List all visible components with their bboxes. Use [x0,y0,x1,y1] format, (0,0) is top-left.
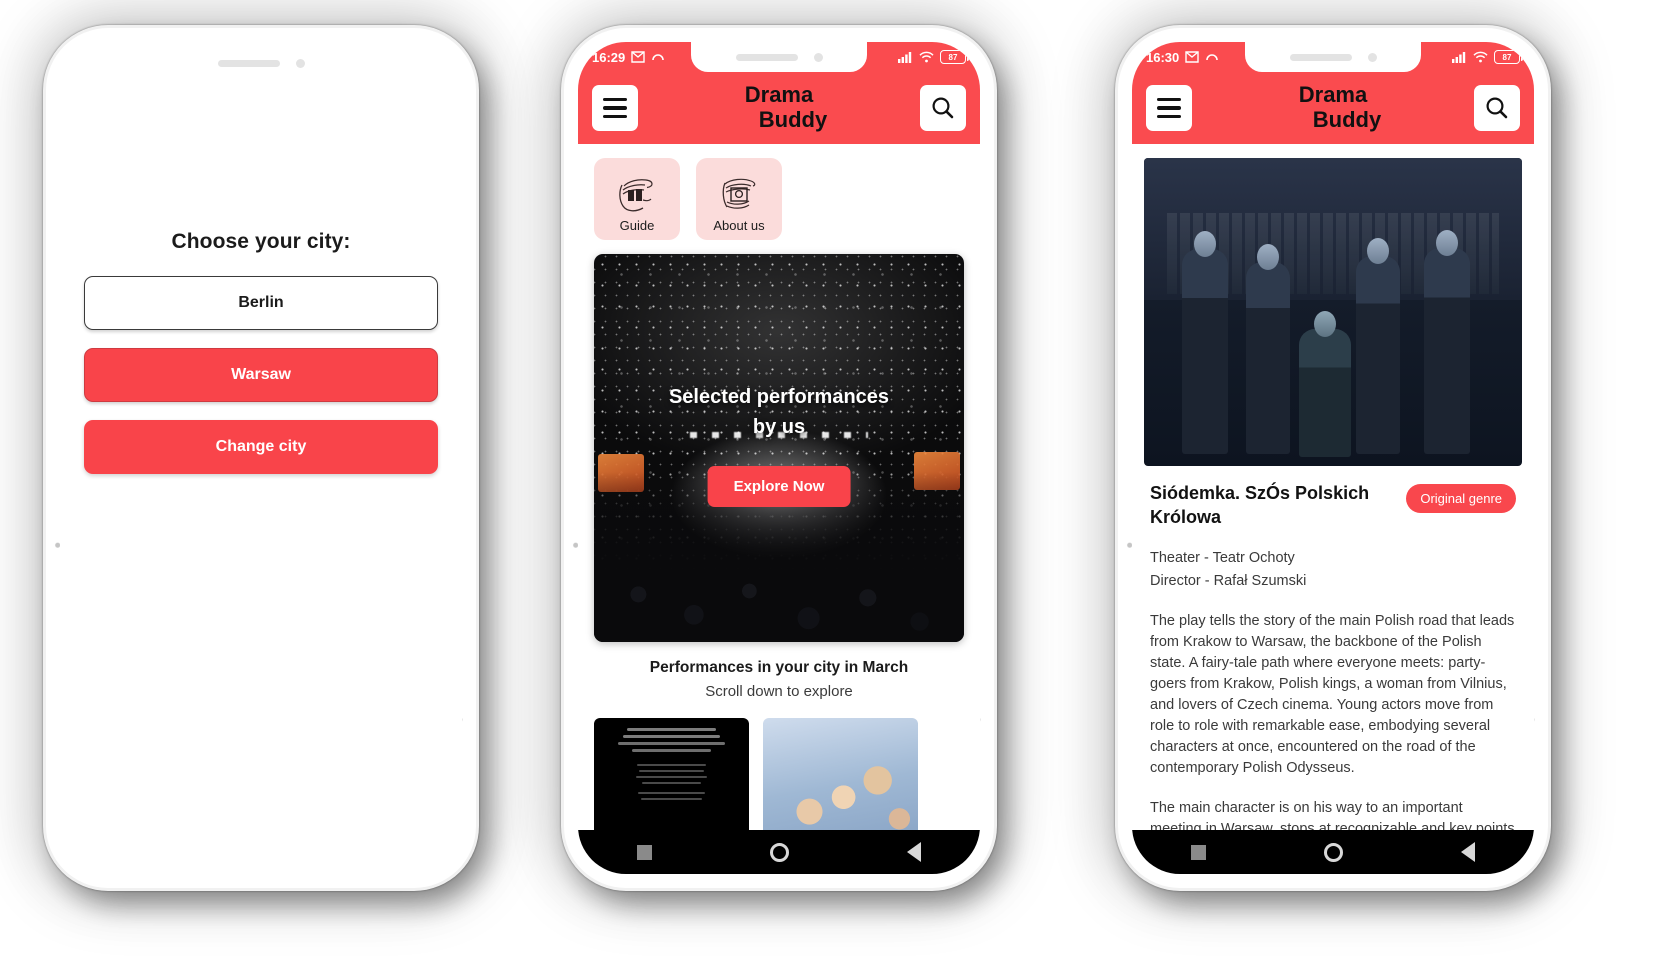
change-city-button[interactable]: Change city [84,420,438,474]
status-bar-right: 87 [898,50,969,64]
back-triangle-icon[interactable] [1461,842,1475,862]
hero-headline-line2: by us [752,416,806,438]
status-bar: 16:29 87 [578,42,980,72]
mail-icon [631,51,645,63]
android-nav-bar [1132,830,1534,874]
hero-headline: Selected performances by us [594,382,964,442]
front-camera-icon [295,58,305,68]
actor-figure [1423,229,1470,454]
notch [1245,42,1421,72]
tile-label: Guide [619,218,655,233]
performance-card[interactable] [763,718,918,830]
phone-mockup-detail: 16:30 87 Drama Buddy Siódemka. SzÓs Pols… [1112,22,1554,894]
genre-badge[interactable]: Original genre [1406,484,1516,513]
status-bar-right: 87 [1452,50,1523,64]
search-icon [1486,97,1508,119]
wifi-icon [1473,51,1488,63]
description-paragraph-1: The play tells the story of the main Pol… [1150,612,1515,777]
app-bar: Drama Buddy [578,72,980,144]
hamburger-icon [1157,98,1181,118]
speaker-grill-icon [217,59,280,67]
actor-head [1313,310,1336,337]
detail-content: Siódemka. SzÓs Polskich Królowa Original… [1132,144,1534,830]
home-content: Guide About us Selected performances by … [578,144,980,830]
section-title: Performances in your city in March [649,659,909,676]
phone-mockup-city-chooser: Choose your city: Berlin Warsaw Change c… [40,22,482,894]
speaker-grill-icon [735,53,798,61]
phone-mockup-home: 16:29 87 Drama Buddy Guide About us Sele… [558,22,1000,894]
phone2-screen: 16:29 87 Drama Buddy Guide About us Sele… [578,42,980,874]
app-bar: Drama Buddy [1132,72,1534,144]
hero-headline-line1: Selected performances [668,386,890,408]
actor-head [1366,237,1389,264]
page-title: Choose your city: [171,230,351,253]
actor-figure [1298,310,1351,457]
status-bar-left: 16:30 [1146,50,1219,65]
menu-button[interactable] [1146,85,1192,131]
square-icon[interactable] [637,844,652,860]
status-bar: 16:30 87 [1132,42,1534,72]
performance-photo [1144,158,1522,466]
mail-icon [1185,51,1199,63]
screenshot-stage: Choose your city: Berlin Warsaw Change c… [0,0,1670,976]
phone1-screen: Choose your city: Berlin Warsaw Change c… [60,42,462,874]
circle-icon[interactable] [1324,842,1343,862]
director-line: Director - Rafał Szumski [1150,572,1307,589]
actor-head [1435,229,1458,256]
search-button[interactable] [920,85,966,131]
performance-card-list [578,700,980,830]
cellular-signal-icon [1452,52,1466,63]
actor-figure [1181,230,1228,454]
back-triangle-icon[interactable] [907,842,921,862]
cellular-signal-icon [898,52,912,63]
actor-head [1193,230,1216,257]
guide-cards-icon [619,179,653,212]
notch [172,48,350,78]
actor-figure [1246,243,1291,454]
wifi-icon [919,51,934,63]
tile-about-us[interactable]: About us [696,158,782,240]
detail-title-row: Siódemka. SzÓs Polskich Królowa Original… [1150,482,1516,530]
search-button[interactable] [1474,85,1520,131]
status-time: 16:30 [1146,49,1180,65]
vpn-icon [1206,54,1219,61]
city-chooser-body: Choose your city: Berlin Warsaw Change c… [60,82,462,874]
city-button-berlin[interactable]: Berlin [84,276,438,330]
actor-figure [1355,237,1400,454]
battery-icon: 87 [940,50,969,64]
speaker-grill-icon [1289,53,1352,61]
status-bar-left: 16:29 [592,50,665,65]
menu-button[interactable] [592,85,638,131]
theater-line: Theater - Teatr Ochoty [1150,549,1295,566]
description-paragraph-2: The main character is on his way to an i… [1150,800,1515,830]
tile-guide[interactable]: Guide [594,158,680,240]
notch [691,42,867,72]
city-button-warsaw[interactable]: Warsaw [84,348,438,402]
circle-icon[interactable] [770,842,789,862]
status-time: 16:29 [592,49,626,65]
performance-card[interactable] [594,718,749,830]
explore-now-button[interactable]: Explore Now [707,466,851,507]
front-camera-icon [813,52,823,62]
front-camera-icon [1367,52,1377,62]
actor-head [1257,243,1280,270]
section-subtitle: Scroll down to explore [705,683,853,700]
battery-icon: 87 [1494,50,1523,64]
hamburger-icon [603,98,627,118]
detail-body: Siódemka. SzÓs Polskich Królowa Original… [1132,466,1534,830]
search-icon [932,97,954,119]
quick-tiles: Guide About us [578,144,980,250]
hero-banner[interactable]: Selected performances by us Explore Now [594,254,964,642]
performance-title: Siódemka. SzÓs Polskich Królowa [1150,483,1370,527]
tile-label: About us [713,218,765,233]
phone1-top-bar [60,42,462,82]
square-icon[interactable] [1191,844,1206,860]
about-us-icon [722,178,756,209]
android-nav-bar [578,830,980,874]
phone3-screen: 16:30 87 Drama Buddy Siódemka. SzÓs Pols… [1132,42,1534,874]
vpn-icon [652,54,665,61]
